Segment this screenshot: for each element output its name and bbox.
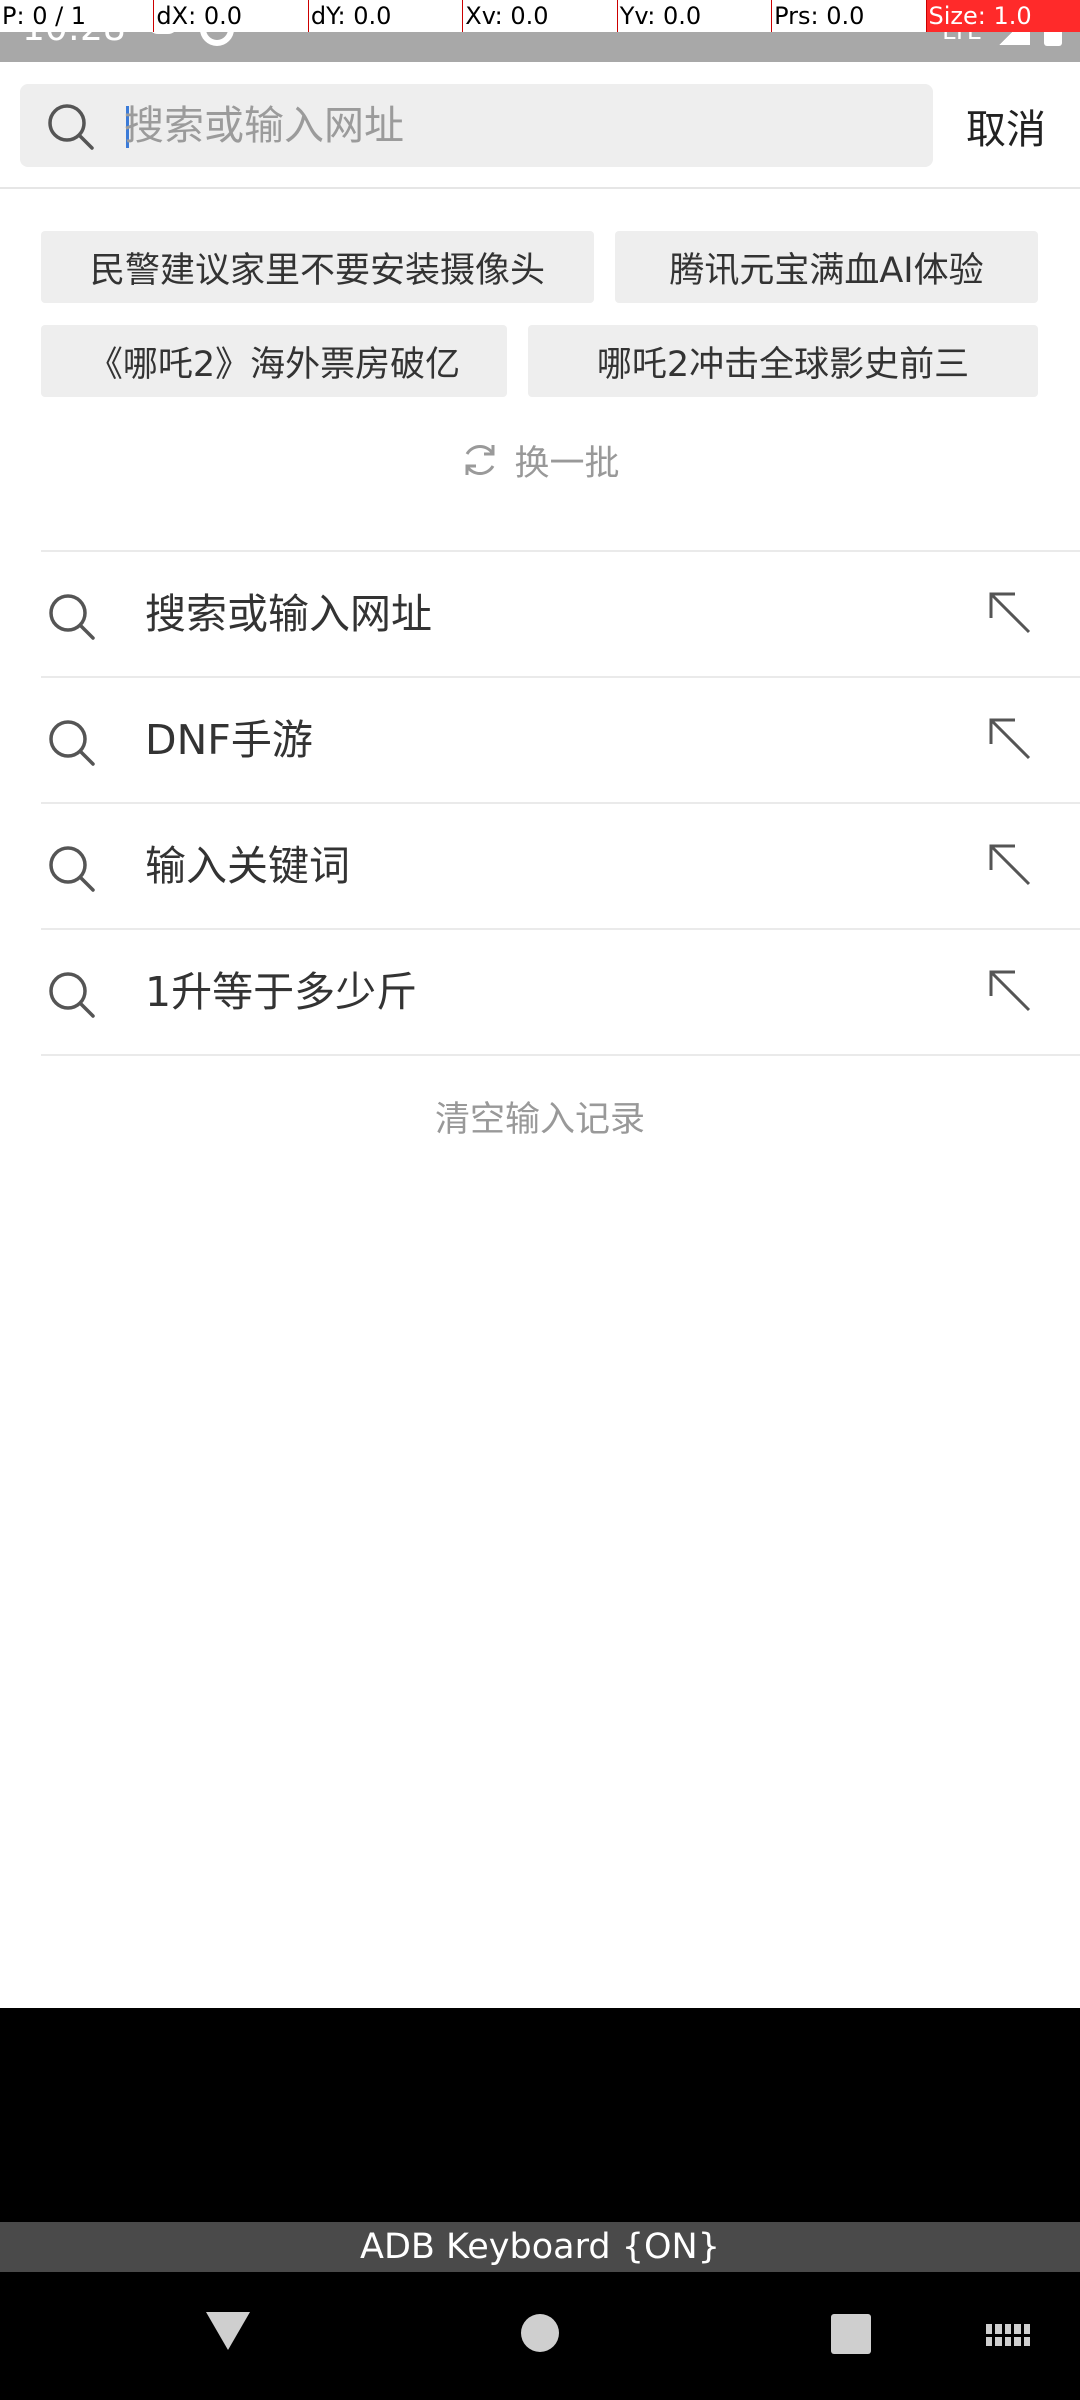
keyboard-area [0,2008,1080,2222]
search-icon [49,720,95,766]
nav-back-icon[interactable] [206,2312,250,2350]
search-icon [49,846,95,892]
debug-size: Size: 1.0 [925,0,1080,32]
debug-dx: dX: 0.0 [153,0,307,32]
hot-topic-chip[interactable]: 《哪吒2》海外票房破亿 [41,325,507,397]
arrow-up-left-icon[interactable] [985,714,1035,764]
debug-prs: Prs: 0.0 [771,0,925,32]
navigation-bar [0,2272,1080,2400]
nav-home-icon[interactable] [521,2314,559,2352]
debug-yv: Yv: 0.0 [616,0,771,32]
history-item-text: 搜索或输入网址 [145,590,432,638]
history-item-text: 1升等于多少斤 [145,968,418,1016]
refresh-icon [465,444,495,476]
cancel-button[interactable]: 取消 [936,84,1076,167]
search-box[interactable] [20,84,933,167]
refresh-button[interactable]: 换一批 [0,425,1080,495]
debug-xv: Xv: 0.0 [462,0,616,32]
history-item[interactable]: DNF手游 [41,678,1080,804]
refresh-label: 换一批 [514,443,620,484]
search-history-list: 搜索或输入网址 DNF手游 输入关键词 1升等于多少斤 [41,550,1080,1056]
keyboard-status: ADB Keyboard {ON} [0,2222,1080,2272]
hot-topic-chip[interactable]: 哪吒2冲击全球影史前三 [528,325,1038,397]
search-icon [49,972,95,1018]
pointer-debug-overlay: P: 0 / 1 dX: 0.0 dY: 0.0 Xv: 0.0 Yv: 0.0… [0,0,1080,32]
keyboard-icon[interactable] [986,2324,1030,2346]
search-icon [49,594,95,640]
history-item-text: DNF手游 [145,716,313,764]
hot-topic-chip[interactable]: 民警建议家里不要安装摄像头 [41,231,594,303]
debug-pointer: P: 0 / 1 [2,2,87,30]
history-item-text: 输入关键词 [145,842,350,890]
history-item[interactable]: 搜索或输入网址 [41,552,1080,678]
nav-recent-icon[interactable] [831,2314,871,2354]
hot-topic-chip[interactable]: 腾讯元宝满血AI体验 [615,231,1038,303]
history-item[interactable]: 1升等于多少斤 [41,930,1080,1056]
search-icon [48,104,94,150]
history-item[interactable]: 输入关键词 [41,804,1080,930]
debug-dy: dY: 0.0 [307,0,462,32]
arrow-up-left-icon[interactable] [985,966,1035,1016]
search-header: 取消 [0,62,1080,189]
search-input[interactable] [124,84,904,167]
arrow-up-left-icon[interactable] [985,840,1035,890]
clear-history-button[interactable]: 清空输入记录 [0,1085,1080,1155]
arrow-up-left-icon[interactable] [985,588,1035,638]
